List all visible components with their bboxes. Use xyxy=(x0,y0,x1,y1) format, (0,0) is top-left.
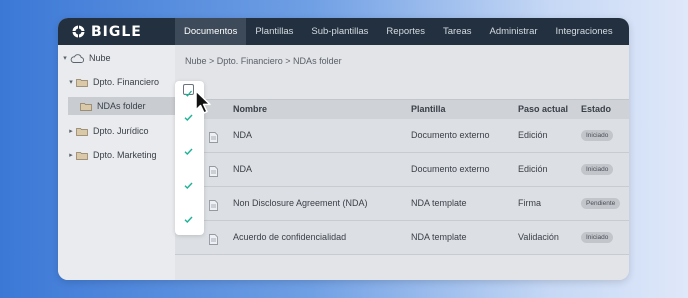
cell-plantilla: NDA template xyxy=(411,232,467,242)
status-badge: Pendiente xyxy=(581,198,621,209)
mouse-pointer-icon xyxy=(194,90,216,116)
nav-reportes[interactable]: Reportes xyxy=(377,18,434,45)
row-checkbox[interactable] xyxy=(183,212,194,223)
status-badge: Iniciado xyxy=(581,164,614,175)
folder-icon xyxy=(76,78,88,87)
cell-paso-actual: Edición xyxy=(518,130,548,140)
table-row[interactable]: Non Disclosure Agreement (NDA) NDA templ… xyxy=(175,187,629,221)
nav-sub-plantillas[interactable]: Sub-plantillas xyxy=(302,18,377,45)
cell-paso-actual: Firma xyxy=(518,198,541,208)
cell-nombre[interactable]: NDA xyxy=(233,119,252,152)
table-row[interactable]: NDA Documento externo Edición Iniciado xyxy=(175,119,629,153)
column-header-plantilla[interactable]: Plantilla xyxy=(411,100,446,119)
bigle-logo-icon xyxy=(72,25,85,38)
checkmark-icon xyxy=(184,114,193,121)
app-window: BIGLE Documentos Plantillas Sub-plantill… xyxy=(58,18,629,280)
tree-item-label: Dpto. Marketing xyxy=(93,150,157,160)
folder-tree-sidebar: ▾ Nube ▾ Dpto. Financiero NDAs folder ▸ … xyxy=(58,45,176,280)
cell-nombre[interactable]: NDA xyxy=(233,153,252,186)
cell-plantilla: NDA template xyxy=(411,198,467,208)
cell-plantilla: Documento externo xyxy=(411,130,490,140)
tree-item-label: Nube xyxy=(89,53,111,63)
column-header-paso-actual[interactable]: Paso actual xyxy=(518,100,568,119)
tree-item-label: Dpto. Jurídico xyxy=(93,126,149,136)
row-checkbox[interactable] xyxy=(183,144,194,155)
cell-paso-actual: Validación xyxy=(518,232,559,242)
document-icon xyxy=(209,198,218,211)
table-row[interactable]: Acuerdo de confidencialidad NDA template… xyxy=(175,221,629,255)
row-checkbox[interactable] xyxy=(183,178,194,189)
document-icon xyxy=(209,130,218,143)
table-header: Nombre Plantilla Paso actual Estado xyxy=(175,99,629,120)
brand-name: BIGLE xyxy=(91,23,142,40)
nav-tareas[interactable]: Tareas xyxy=(434,18,481,45)
brand-logo[interactable]: BIGLE xyxy=(72,22,142,41)
document-icon xyxy=(209,164,218,177)
row-checkbox[interactable] xyxy=(183,110,194,121)
cell-plantilla: Documento externo xyxy=(411,164,490,174)
table-row[interactable]: NDA Documento externo Edición Iniciado xyxy=(175,153,629,187)
folder-icon xyxy=(76,127,88,136)
checkmark-icon xyxy=(184,182,193,189)
folder-icon xyxy=(80,102,92,111)
tree-item-dpto-marketing[interactable]: ▸ Dpto. Marketing xyxy=(66,146,173,164)
tree-item-label: Dpto. Financiero xyxy=(93,77,160,87)
breadcrumb[interactable]: Nube > Dpto. Financiero > NDAs folder xyxy=(185,56,342,66)
main-nav: Documentos Plantillas Sub-plantillas Rep… xyxy=(175,18,622,45)
chevron-down-icon[interactable]: ▾ xyxy=(66,78,76,86)
checkmark-icon xyxy=(185,90,192,97)
nav-documentos[interactable]: Documentos xyxy=(175,18,247,45)
cloud-icon xyxy=(70,53,84,63)
tree-item-nube[interactable]: ▾ Nube xyxy=(60,49,173,67)
status-badge: Iniciado xyxy=(581,232,614,243)
chevron-right-icon[interactable]: ▸ xyxy=(66,127,76,135)
nav-plantillas[interactable]: Plantillas xyxy=(246,18,302,45)
status-badge: Iniciado xyxy=(581,130,614,141)
cell-nombre[interactable]: Non Disclosure Agreement (NDA) xyxy=(233,187,368,220)
select-all-checkbox[interactable] xyxy=(183,84,194,97)
nav-integraciones[interactable]: Integraciones xyxy=(547,18,622,45)
document-icon xyxy=(209,232,218,245)
cell-paso-actual: Edición xyxy=(518,164,548,174)
tree-item-dpto-juridico[interactable]: ▸ Dpto. Jurídico xyxy=(66,122,173,140)
checkmark-icon xyxy=(184,148,193,155)
top-navigation-bar: BIGLE Documentos Plantillas Sub-plantill… xyxy=(58,18,629,45)
tree-item-label: NDAs folder xyxy=(97,101,146,111)
tree-item-dpto-financiero[interactable]: ▾ Dpto. Financiero xyxy=(66,73,173,91)
tree-item-ndas-folder[interactable]: NDAs folder xyxy=(68,97,175,115)
column-header-nombre[interactable]: Nombre xyxy=(233,100,267,119)
chevron-right-icon[interactable]: ▸ xyxy=(66,151,76,159)
document-list-panel: Nube > Dpto. Financiero > NDAs folder No… xyxy=(175,45,629,280)
chevron-down-icon[interactable]: ▾ xyxy=(60,54,70,62)
folder-icon xyxy=(76,151,88,160)
cell-nombre[interactable]: Acuerdo de confidencialidad xyxy=(233,221,346,254)
column-header-estado[interactable]: Estado xyxy=(581,100,611,119)
checkmark-icon xyxy=(184,216,193,223)
nav-administrar[interactable]: Administrar xyxy=(481,18,547,45)
